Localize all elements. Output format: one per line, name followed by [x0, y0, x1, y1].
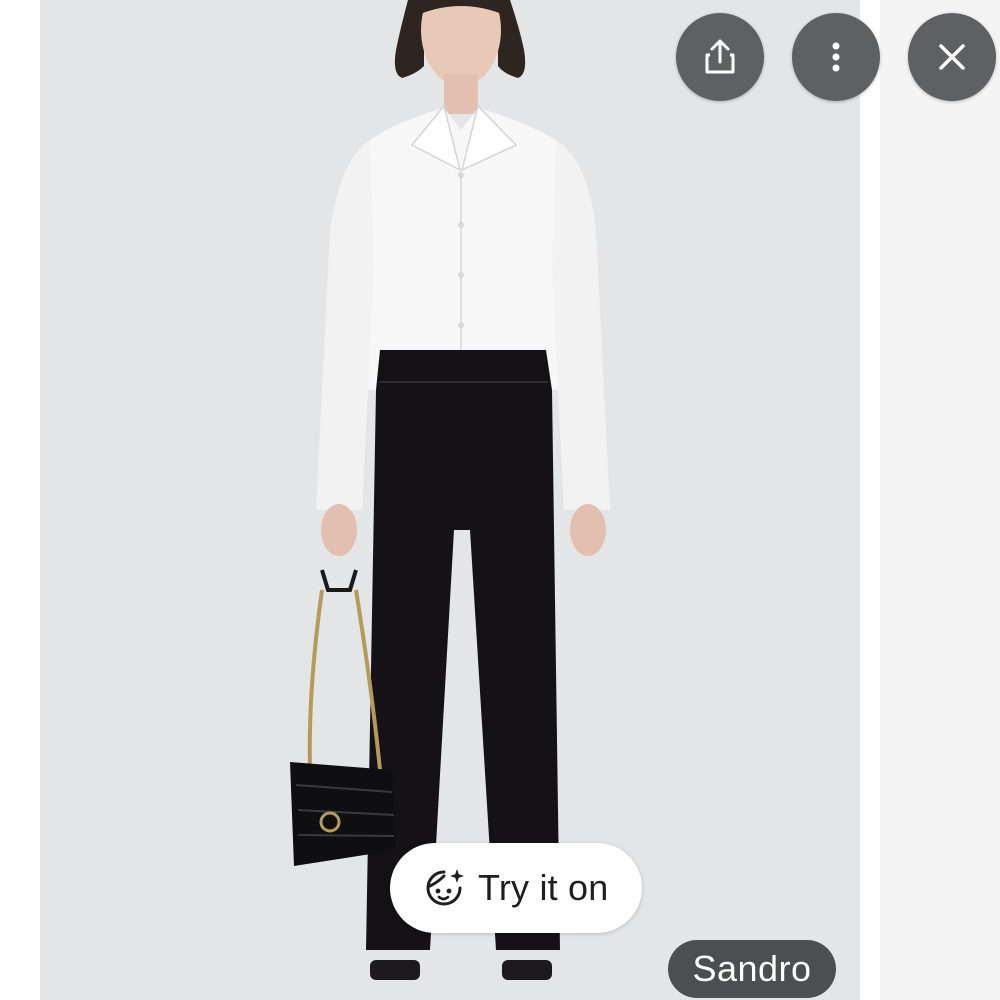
more-options-button[interactable]	[792, 13, 880, 101]
share-icon	[705, 39, 735, 74]
next-image-card[interactable]	[880, 0, 1000, 1000]
more-vert-icon	[832, 42, 840, 72]
try-it-on-label: Try it on	[478, 867, 609, 908]
close-button[interactable]	[908, 13, 996, 101]
image-viewer: Try it on Sandro	[0, 0, 1000, 1000]
try-it-on-button[interactable]: Try it on	[390, 843, 642, 933]
share-button[interactable]	[676, 13, 764, 101]
source-label: Sandro	[692, 948, 812, 989]
source-badge[interactable]: Sandro	[668, 940, 836, 998]
try-on-face-sparkle-icon	[426, 869, 464, 906]
close-icon	[939, 44, 965, 70]
